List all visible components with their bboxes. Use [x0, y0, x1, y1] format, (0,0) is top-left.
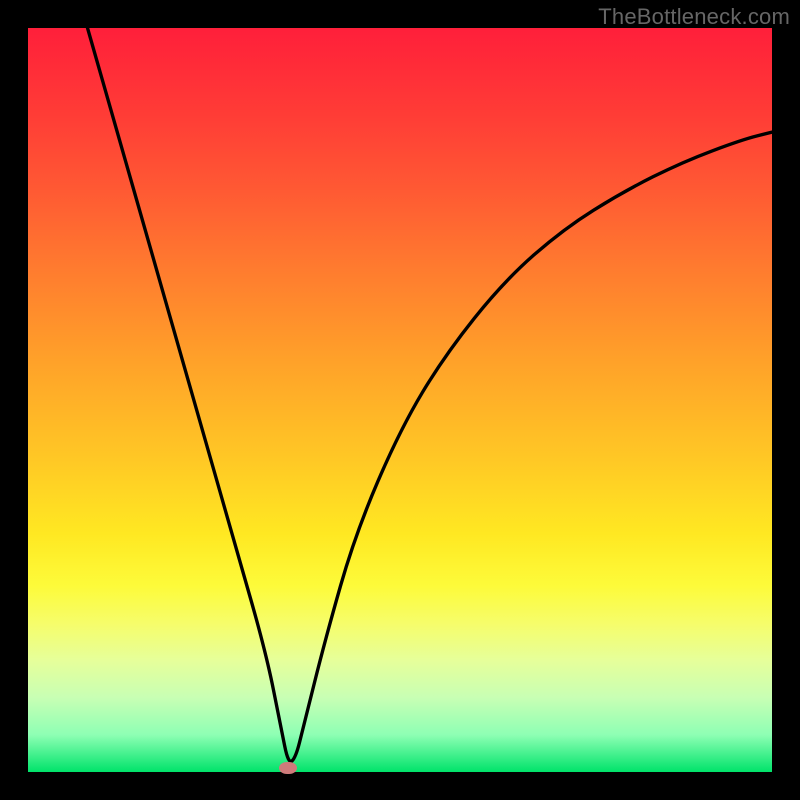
chart-frame: TheBottleneck.com [0, 0, 800, 800]
chart-plot-area [28, 28, 772, 772]
optimal-point-marker [279, 762, 297, 774]
bottleneck-curve [88, 28, 772, 761]
curve-layer [28, 28, 772, 772]
watermark-text: TheBottleneck.com [598, 4, 790, 30]
